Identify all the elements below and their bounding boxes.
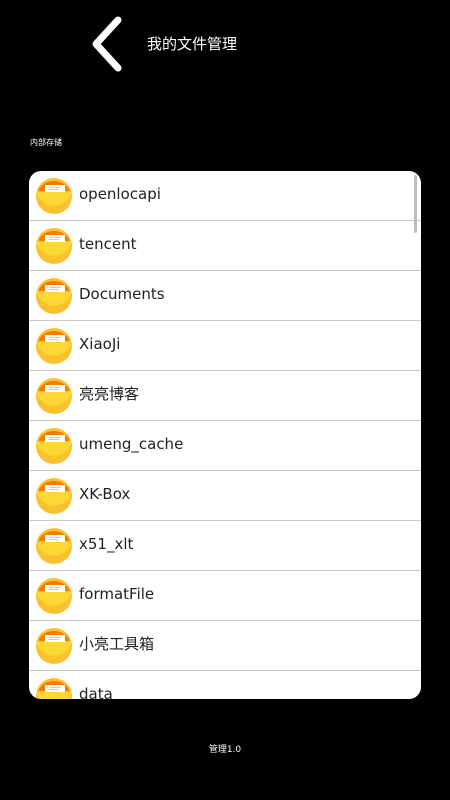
folder-icon [35,427,73,465]
list-item[interactable]: 小亮工具箱 [29,621,421,671]
folder-icon [35,577,73,615]
file-name: 亮亮博客 [79,385,140,403]
list-item[interactable]: formatFile [29,571,421,621]
list-item[interactable]: data [29,671,421,699]
page-title: 我的文件管理 [147,35,238,53]
list-item[interactable]: umeng_cache [29,421,421,471]
folder-icon [35,277,73,315]
folder-icon [35,477,73,515]
list-item[interactable]: x51_xlt [29,521,421,571]
file-name: XiaoJi [79,335,121,353]
folder-icon [35,527,73,565]
folder-icon [35,627,73,665]
chevron-left-icon [92,16,122,72]
list-item[interactable]: openlocapi [29,171,421,221]
file-name: umeng_cache [79,435,184,453]
file-list-items: openlocapi tencent Documents XiaoJi 亮亮博客… [29,171,421,699]
footer-version: 管理1.0 [208,745,242,755]
folder-icon [35,677,73,699]
file-name: Documents [79,285,165,303]
file-name: formatFile [79,585,155,603]
folder-icon [35,177,73,215]
file-name: openlocapi [79,185,161,203]
file-name: x51_xlt [79,535,134,553]
folder-icon [35,227,73,265]
file-name: tencent [79,235,137,253]
section-label: 内部存储 [30,138,62,147]
list-item[interactable]: 亮亮博客 [29,371,421,421]
folder-icon [35,327,73,365]
list-item[interactable]: Documents [29,271,421,321]
folder-icon [35,377,73,415]
file-name: XK-Box [79,485,131,503]
file-name: data [79,685,113,699]
back-button[interactable] [86,14,130,74]
list-item[interactable]: XiaoJi [29,321,421,371]
file-list[interactable]: openlocapi tencent Documents XiaoJi 亮亮博客… [29,171,421,699]
scrollbar[interactable] [414,175,417,233]
list-item[interactable]: XK-Box [29,471,421,521]
file-name: 小亮工具箱 [79,635,155,653]
list-item[interactable]: tencent [29,221,421,271]
